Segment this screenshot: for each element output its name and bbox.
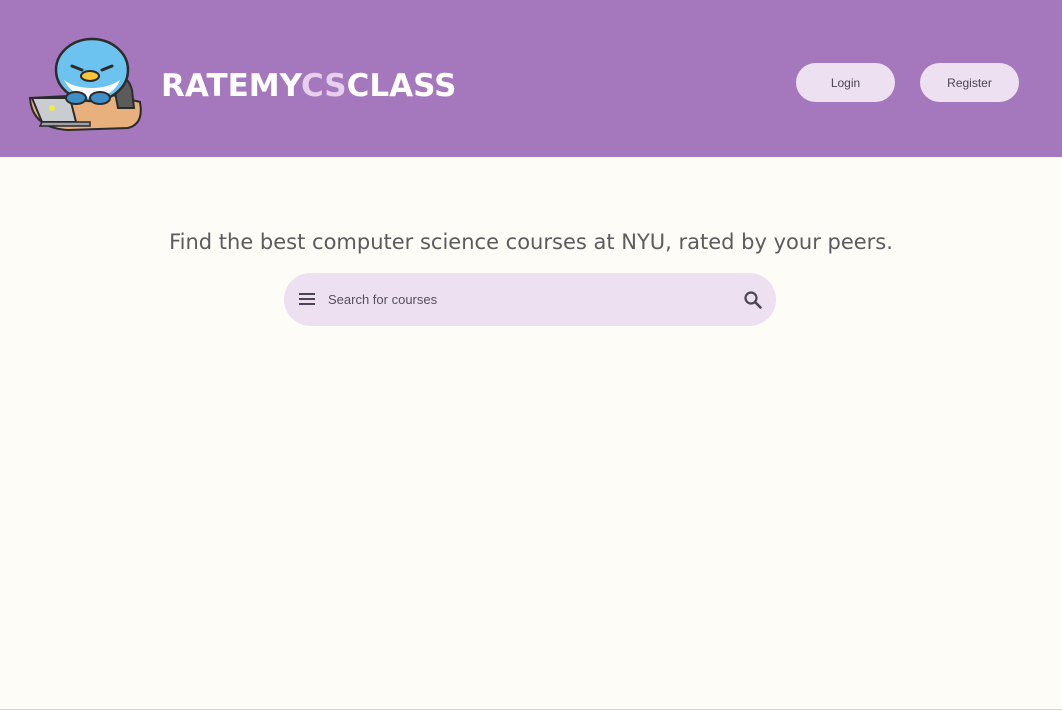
search-input[interactable] [328, 273, 728, 326]
search-icon[interactable] [743, 290, 763, 310]
site-logo-wordmark[interactable]: RATEMYCSCLASS [161, 64, 456, 108]
logo-text-part2: CLASS [346, 68, 457, 104]
menu-icon[interactable] [298, 290, 316, 308]
search-bar[interactable] [284, 273, 776, 326]
register-button[interactable]: Register [920, 63, 1019, 102]
penguin-mascot-logo[interactable] [28, 36, 144, 132]
login-button[interactable]: Login [796, 63, 895, 102]
page-tagline: Find the best computer science courses a… [169, 230, 893, 254]
logo-text-part1: RATEMY [161, 68, 301, 104]
header-bar: RATEMYCSCLASS Login Register [0, 0, 1062, 157]
logo-text-accent: CS [300, 68, 347, 104]
